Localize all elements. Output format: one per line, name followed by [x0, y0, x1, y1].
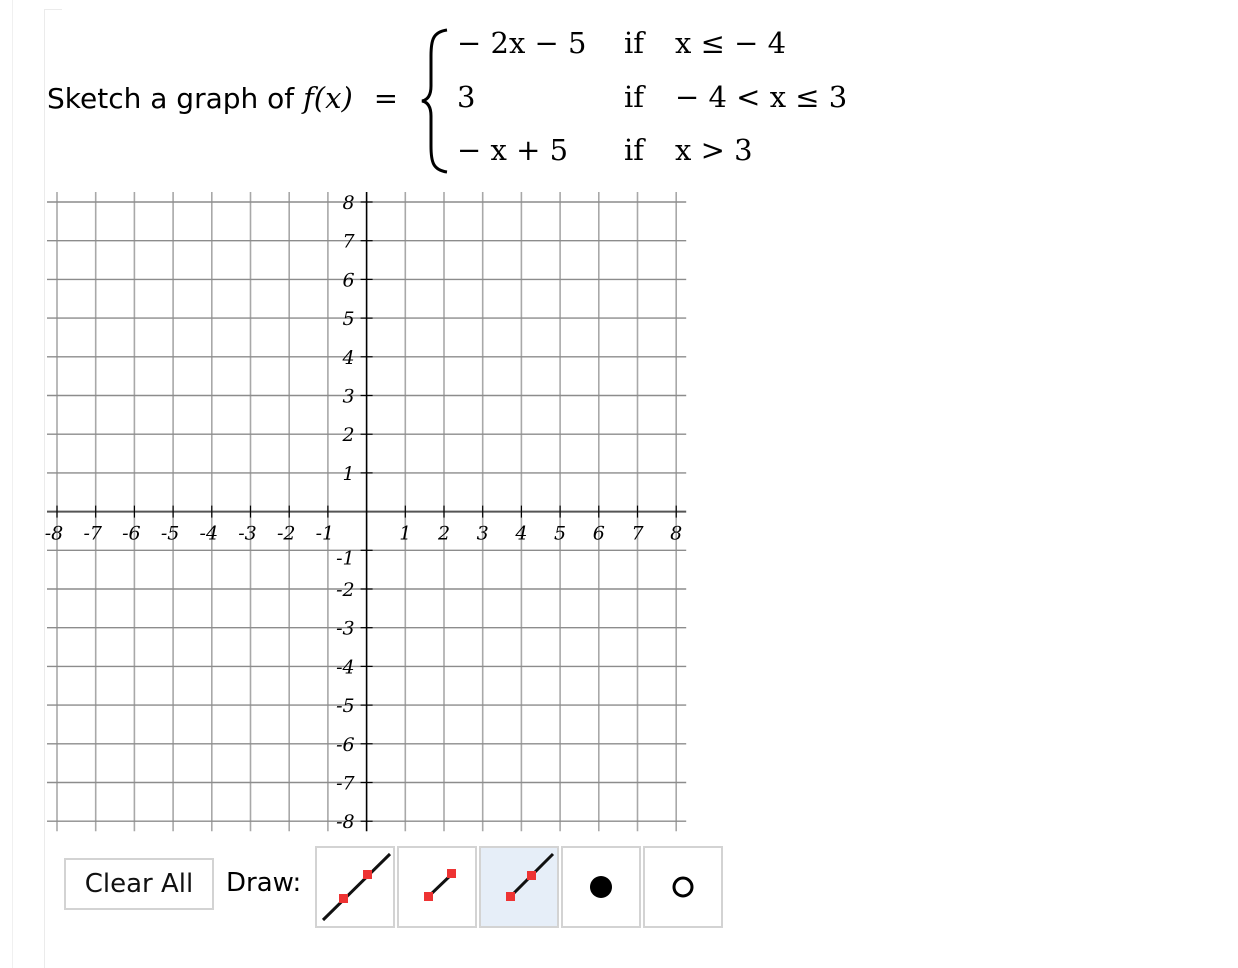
- x-tick-label: -3: [238, 523, 257, 545]
- x-tick-label: -5: [161, 523, 180, 545]
- case-if: if: [624, 133, 645, 167]
- open-dot-icon: [672, 876, 694, 898]
- open-dot-tool[interactable]: [643, 846, 723, 928]
- y-tick-label: 6: [343, 269, 355, 291]
- axes: [47, 192, 687, 832]
- draw-label: Draw:: [226, 868, 302, 898]
- y-tick-label: -2: [336, 579, 355, 601]
- case-if: if: [624, 80, 645, 114]
- y-tick-label: -3: [336, 618, 355, 640]
- y-tick-label: -8: [336, 811, 355, 833]
- x-tick-label: 7: [631, 523, 644, 545]
- clear-all-button[interactable]: Clear All: [64, 858, 214, 910]
- case-expression: − 2x − 5: [457, 26, 587, 60]
- line-icon: [321, 852, 392, 922]
- equals-sign: =: [373, 81, 398, 115]
- case-expression: − x + 5: [457, 133, 569, 167]
- y-tick-label: 4: [342, 347, 355, 369]
- x-tick-label: -6: [122, 523, 141, 545]
- x-tick-label: 8: [670, 523, 682, 545]
- ray-icon: [506, 852, 555, 901]
- y-tick-label: 2: [342, 424, 355, 446]
- x-tick-label: 1: [399, 523, 411, 545]
- y-tick-label: 3: [343, 386, 355, 408]
- function-name: f(x): [303, 81, 353, 115]
- draw-tools: [315, 846, 725, 928]
- case-condition: − 4 < x ≤ 3: [675, 80, 848, 114]
- question-prompt: Sketch a graph of f(x) =: [47, 81, 398, 115]
- x-tick-label: 5: [554, 523, 566, 545]
- y-tick-label: -5: [336, 695, 355, 717]
- y-tick-label: -1: [336, 547, 355, 569]
- closed-dot-icon: [590, 876, 612, 898]
- case-condition: x ≤ − 4: [675, 26, 787, 60]
- x-tick-label: -7: [83, 523, 102, 545]
- x-tick-label: 2: [437, 523, 450, 545]
- closed-dot-tool[interactable]: [561, 846, 641, 928]
- case-condition: x > 3: [675, 133, 753, 167]
- segment-tool[interactable]: [397, 846, 477, 928]
- segment-icon: [424, 869, 456, 901]
- line-tool[interactable]: [315, 846, 395, 928]
- y-tick-label: 1: [343, 463, 355, 485]
- ray-tool[interactable]: [479, 846, 559, 928]
- graph-canvas[interactable]: -8 -7 -6 -5 -4 -3 -2 -1 1 2 3 4 5 6 7 8 8 7 6 5 4 3 2 1 -1 -2 -3 -4…: [40, 185, 700, 845]
- y-tick-label: -6: [336, 734, 355, 756]
- y-tick-label: 7: [343, 231, 356, 253]
- x-tick-label: -8: [45, 523, 64, 545]
- x-tick-label: -2: [277, 523, 296, 545]
- y-tick-label: -7: [336, 773, 355, 795]
- y-tick-label: -4: [336, 656, 355, 678]
- case-if: if: [624, 26, 645, 60]
- x-tick-label: 4: [514, 523, 527, 545]
- y-tick-label: 5: [343, 308, 355, 330]
- case-expression: 3: [457, 80, 476, 114]
- x-tick-label: -4: [200, 523, 219, 545]
- content-border-top: [44, 9, 62, 10]
- x-tick-label: 3: [477, 523, 489, 545]
- left-brace: [421, 28, 448, 174]
- x-tick-label: 6: [593, 523, 605, 545]
- page-border-left: [12, 0, 13, 968]
- x-tick-label: -1: [316, 523, 335, 545]
- y-tick-label: 8: [343, 192, 355, 214]
- prompt-text: Sketch a graph of: [47, 82, 295, 115]
